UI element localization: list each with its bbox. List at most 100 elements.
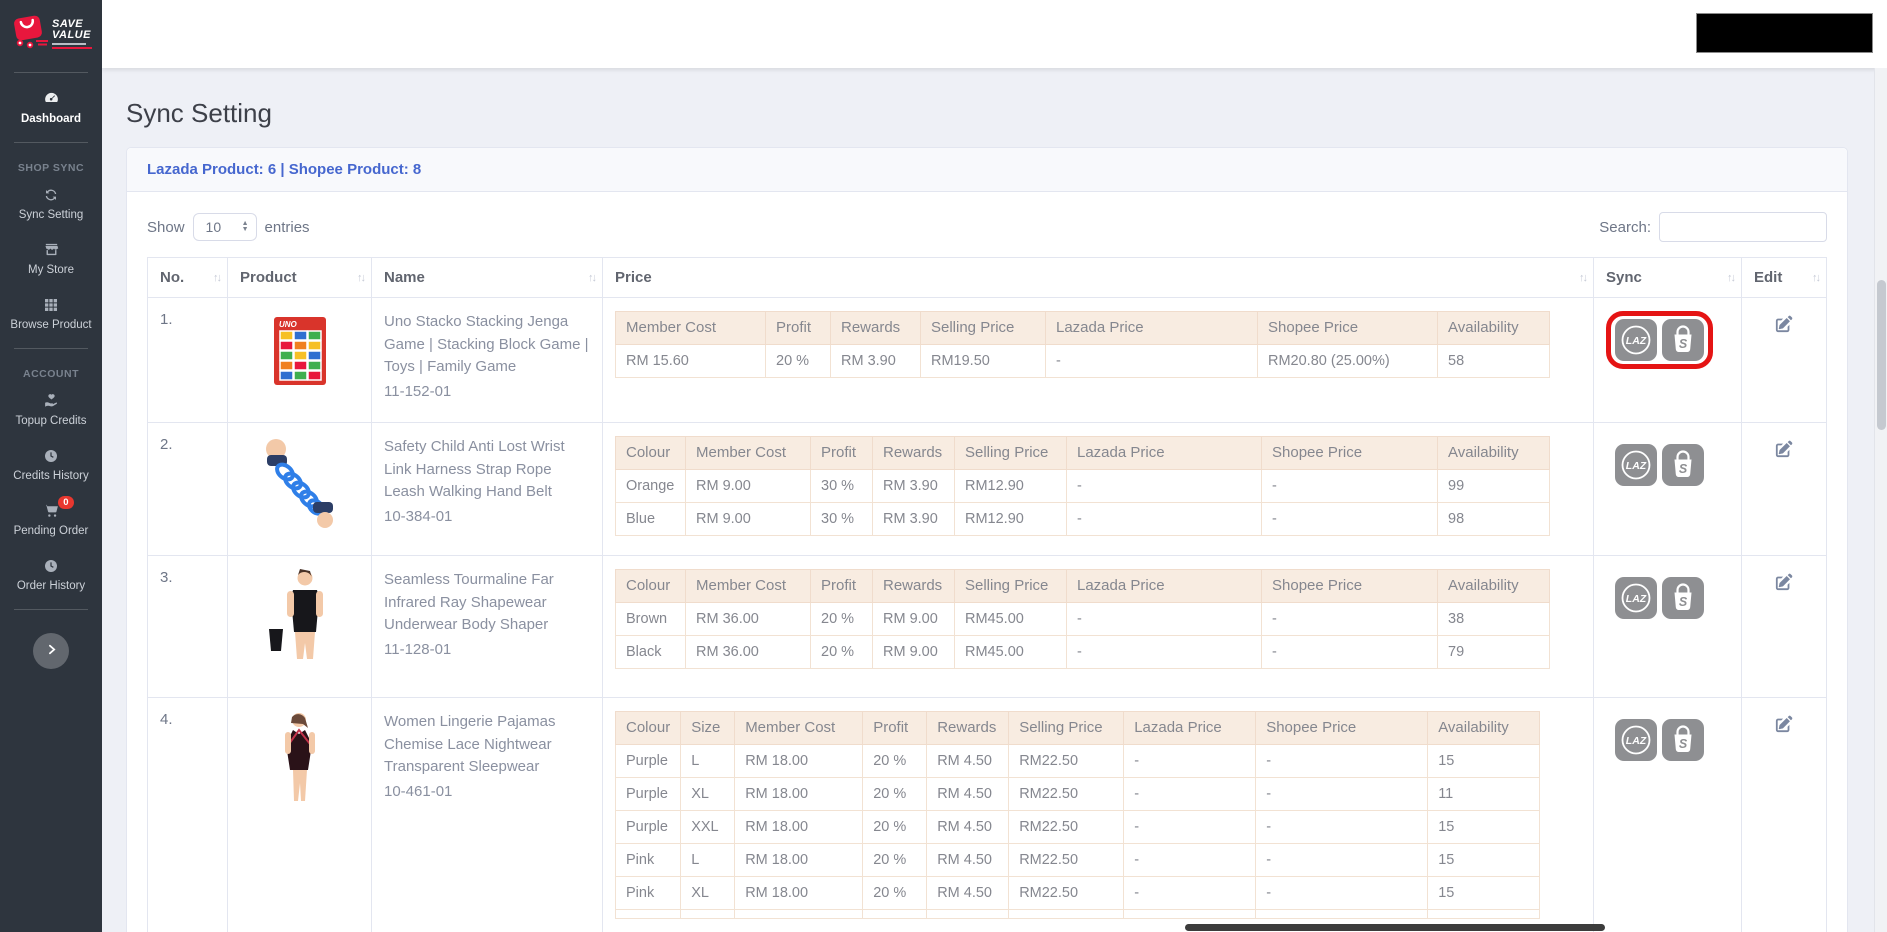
edit-button[interactable]: [1773, 438, 1795, 463]
name-cell: Seamless Tourmaline Far Infrared Ray Sha…: [371, 555, 603, 698]
lazada-sync-button[interactable]: LAZ: [1615, 319, 1657, 361]
vertical-scrollbar-track[interactable]: [1874, 68, 1887, 932]
sort-icon[interactable]: ↑↓: [1727, 272, 1736, 284]
price-column-header: Rewards: [872, 436, 955, 470]
sidebar: SAVE VALUE Dashboard SHOP SYNC Sync Sett…: [0, 0, 102, 932]
price-row: Purple XXL RM 18.00 20 % RM 4.50 RM22.50- -15: [614, 810, 1541, 844]
price-cell-container: Colour Member Cost Profit Rewards Selling Pr…: [602, 555, 1594, 698]
price-row-partial: [614, 909, 1541, 919]
sidebar-item-browse-product[interactable]: Browse Product: [0, 286, 102, 341]
horizontal-scrollbar-thumb[interactable]: [1185, 924, 1605, 931]
sidebar-item-pending-order[interactable]: 0 Pending Order: [0, 492, 102, 547]
svg-text:LAZ: LAZ: [1626, 735, 1647, 747]
sync-highlight-annotation: LAZ S: [1606, 311, 1713, 369]
product-image[interactable]: [273, 713, 327, 807]
sidebar-divider: [14, 142, 88, 143]
name-cell: Safety Child Anti Lost Wrist Link Harnes…: [371, 422, 603, 556]
search-input[interactable]: [1659, 212, 1827, 242]
shopee-sync-button[interactable]: S: [1662, 444, 1704, 486]
price-value: XL: [680, 876, 736, 910]
price-column-header: Selling Price: [954, 436, 1067, 470]
sort-icon[interactable]: ↑↓: [213, 272, 222, 284]
shopee-sync-button[interactable]: S: [1662, 719, 1704, 761]
sort-icon[interactable]: ↑↓: [588, 272, 597, 284]
lazada-sync-button[interactable]: LAZ: [1615, 444, 1657, 486]
sidebar-item-credits-history[interactable]: Credits History: [0, 437, 102, 492]
svg-text:LAZ: LAZ: [1626, 335, 1647, 347]
price-value: 15: [1427, 876, 1541, 910]
price-value: RM45.00: [954, 602, 1067, 636]
price-value: 79: [1437, 635, 1550, 669]
price-value: 20 %: [862, 843, 928, 877]
price-value: Orange: [615, 469, 686, 503]
price-column-header: Rewards: [872, 569, 955, 603]
product-name: Safety Child Anti Lost Wrist Link Harnes…: [384, 438, 565, 500]
column-header-price[interactable]: Price ↑↓: [602, 257, 1594, 298]
column-header-no[interactable]: No. ↑↓: [147, 257, 228, 298]
price-value: RM22.50: [1008, 843, 1125, 877]
column-header-product[interactable]: Product ↑↓: [227, 257, 372, 298]
sync-icon: [43, 186, 59, 203]
price-value: RM 3.90: [872, 469, 955, 503]
search-control: Search:: [1599, 212, 1827, 242]
sort-icon[interactable]: ↑↓: [1812, 272, 1821, 284]
sidebar-collapse-button[interactable]: [33, 633, 69, 669]
sync-cell: LAZ S: [1593, 697, 1742, 932]
product-cell: [227, 422, 372, 556]
logo-tagline: [52, 42, 86, 45]
lazada-sync-button[interactable]: LAZ: [1615, 577, 1657, 619]
price-row: Blue RM 9.00 30 % RM 3.90 RM12.90- -98: [615, 502, 1550, 536]
price-value: 11: [1427, 777, 1541, 811]
product-image[interactable]: [257, 439, 343, 532]
price-cell-container: Member Cost Profit Rewards Selling Price Laz…: [602, 297, 1594, 423]
price-value: -: [1123, 810, 1257, 844]
page-size-control: Show 10 ▲ ▼ entries: [147, 213, 310, 241]
sidebar-item-my-store[interactable]: My Store: [0, 231, 102, 286]
price-value: 15: [1427, 843, 1541, 877]
product-count-header: Lazada Product: 6 | Shopee Product: 8: [127, 148, 1847, 192]
price-value: Black: [615, 635, 686, 669]
sort-icon[interactable]: ↑↓: [357, 272, 366, 284]
edit-button[interactable]: [1773, 313, 1795, 338]
price-value: Purple: [614, 777, 682, 811]
sidebar-item-dashboard[interactable]: Dashboard: [0, 80, 102, 135]
price-subtable: Colour Member Cost Profit Rewards Selling Pr…: [615, 436, 1550, 536]
price-value: RM22.50: [1008, 777, 1125, 811]
column-header-name[interactable]: Name ↑↓: [371, 257, 603, 298]
edit-button[interactable]: [1773, 713, 1795, 738]
price-value: 58: [1437, 344, 1550, 378]
edit-button[interactable]: [1773, 571, 1795, 596]
sidebar-item-topup-credits[interactable]: Topup Credits: [0, 382, 102, 437]
product-image[interactable]: UNO: [269, 317, 331, 395]
price-value: -: [1123, 777, 1257, 811]
sidebar-item-order-history[interactable]: Order History: [0, 547, 102, 602]
product-image[interactable]: [265, 569, 335, 663]
svg-text:LAZ: LAZ: [1626, 460, 1647, 472]
sidebar-item-sync-setting[interactable]: Sync Setting: [0, 176, 102, 231]
shopee-sync-button[interactable]: S: [1662, 319, 1704, 361]
price-value: Purple: [614, 744, 682, 778]
price-column-header: Profit: [765, 311, 831, 345]
price-column-header: Member Cost: [615, 311, 766, 345]
app-logo[interactable]: SAVE VALUE: [6, 0, 96, 65]
price-value: RM 18.00: [734, 810, 864, 844]
sidebar-divider: [14, 609, 88, 610]
price-value: -: [1261, 469, 1438, 503]
price-value: RM 3.90: [872, 502, 955, 536]
price-row: Pink L RM 18.00 20 % RM 4.50 RM22.50- -15: [614, 843, 1541, 877]
price-column-header: Selling Price: [954, 569, 1067, 603]
price-value: -: [1255, 744, 1429, 778]
price-value: -: [1255, 777, 1429, 811]
topbar: [102, 0, 1887, 68]
shopee-sync-button[interactable]: S: [1662, 577, 1704, 619]
vertical-scrollbar-thumb[interactable]: [1877, 280, 1886, 430]
column-header-edit[interactable]: Edit ↑↓: [1741, 257, 1827, 298]
price-value: 20 %: [862, 810, 928, 844]
product-name: Uno Stacko Stacking Jenga Game | Stackin…: [384, 313, 589, 375]
lazada-sync-button[interactable]: LAZ: [1615, 719, 1657, 761]
column-header-sync[interactable]: Sync ↑↓: [1593, 257, 1742, 298]
price-value: L: [680, 744, 736, 778]
sort-icon[interactable]: ↑↓: [1579, 272, 1588, 284]
price-row: Purple XL RM 18.00 20 % RM 4.50 RM22.50- -11: [614, 777, 1541, 811]
page-size-select[interactable]: 10: [192, 213, 257, 241]
